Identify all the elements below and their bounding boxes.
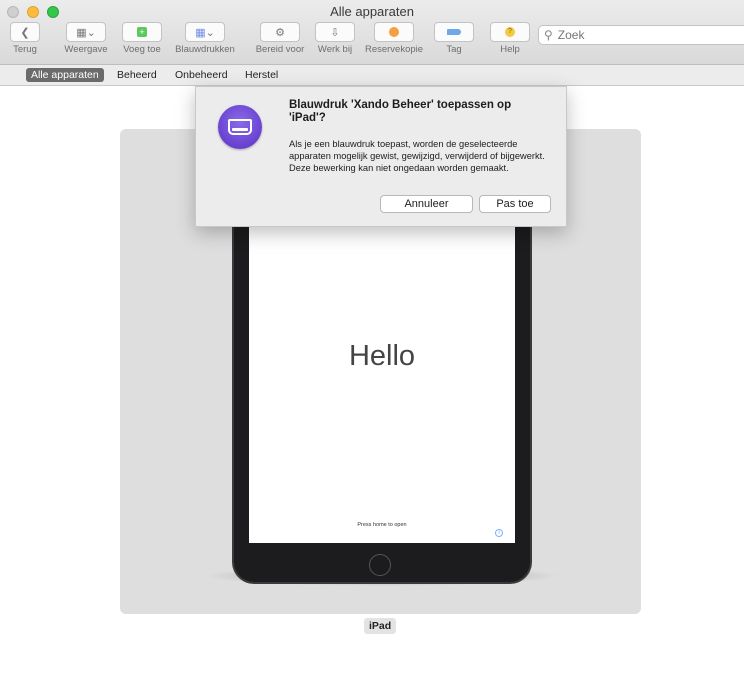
home-button-icon <box>369 554 391 576</box>
ipad-screen: Hello Press home to open i <box>249 200 515 543</box>
apply-button[interactable]: Pas toe <box>479 195 551 213</box>
add-icon: + <box>122 22 162 42</box>
update-button[interactable]: ⇩ Werk bij <box>314 22 356 55</box>
blueprints-button[interactable]: ▦ ⌄ Blauwdrukken <box>172 22 238 55</box>
tag-label: Tag <box>446 44 462 55</box>
search-field[interactable]: ⚲ <box>538 25 744 45</box>
search-icon: ⚲ <box>544 28 553 42</box>
add-label: Voeg toe <box>123 44 161 55</box>
tag-button[interactable]: Tag <box>434 22 474 55</box>
back-button[interactable]: ❮ Terug <box>9 22 41 55</box>
prepare-button[interactable]: ⚙ Bereid voor <box>252 22 308 55</box>
help-label: Help <box>500 44 520 55</box>
press-home-text: Press home to open <box>357 522 407 528</box>
search-input[interactable] <box>555 27 730 43</box>
backup-label: Reservekopie <box>364 44 424 55</box>
tab-recovery[interactable]: Herstel <box>240 68 283 82</box>
view-icon: ▦⌄ <box>66 22 106 42</box>
add-button[interactable]: + Voeg toe <box>120 22 164 55</box>
main-window: Alle apparaten ❮ Terug ▦⌄ Weergave + Voe… <box>0 0 744 693</box>
backup-icon <box>374 22 414 42</box>
backup-button[interactable]: Reservekopie <box>362 22 426 55</box>
window-title: Alle apparaten <box>330 4 414 19</box>
tab-managed[interactable]: Beheerd <box>112 68 162 82</box>
blueprints-label: Blauwdrukken <box>175 44 235 55</box>
cancel-button[interactable]: Annuleer <box>380 195 473 213</box>
view-button[interactable]: ▦⌄ Weergave <box>60 22 112 55</box>
prepare-icon: ⚙ <box>260 22 300 42</box>
update-icon: ⇩ <box>315 22 355 42</box>
chevron-left-icon: ❮ <box>10 22 40 42</box>
update-label: Werk bij <box>317 44 353 55</box>
tab-unmanaged[interactable]: Onbeheerd <box>170 68 233 82</box>
dialog-title: Blauwdruk 'Xando Beheer' toepassen op 'i… <box>289 99 512 124</box>
prepare-label: Bereid voor <box>255 44 305 55</box>
ipad-image: Hello Press home to open i <box>232 200 532 584</box>
configurator-app-icon <box>218 105 262 149</box>
help-icon: ? <box>490 22 530 42</box>
dialog-message: Als je een blauwdruk toepast, worden de … <box>289 139 545 173</box>
back-label: Terug <box>13 44 37 55</box>
view-label: Weergave <box>64 44 108 55</box>
tray-icon <box>228 119 252 135</box>
tab-bar: Alle apparaten Beheerd Onbeheerd Herstel <box>0 65 744 86</box>
toolbar: Alle apparaten ❮ Terug ▦⌄ Weergave + Voe… <box>0 0 744 65</box>
device-name-label: iPad <box>364 618 397 634</box>
info-icon: i <box>495 529 503 537</box>
help-button[interactable]: ? Help <box>490 22 530 55</box>
blueprint-icon: ▦ ⌄ <box>185 22 225 42</box>
tag-icon <box>434 22 474 42</box>
hello-text: Hello <box>348 340 416 372</box>
confirm-dialog: Blauwdruk 'Xando Beheer' toepassen op 'i… <box>195 86 567 227</box>
tab-all-devices[interactable]: Alle apparaten <box>26 68 104 82</box>
